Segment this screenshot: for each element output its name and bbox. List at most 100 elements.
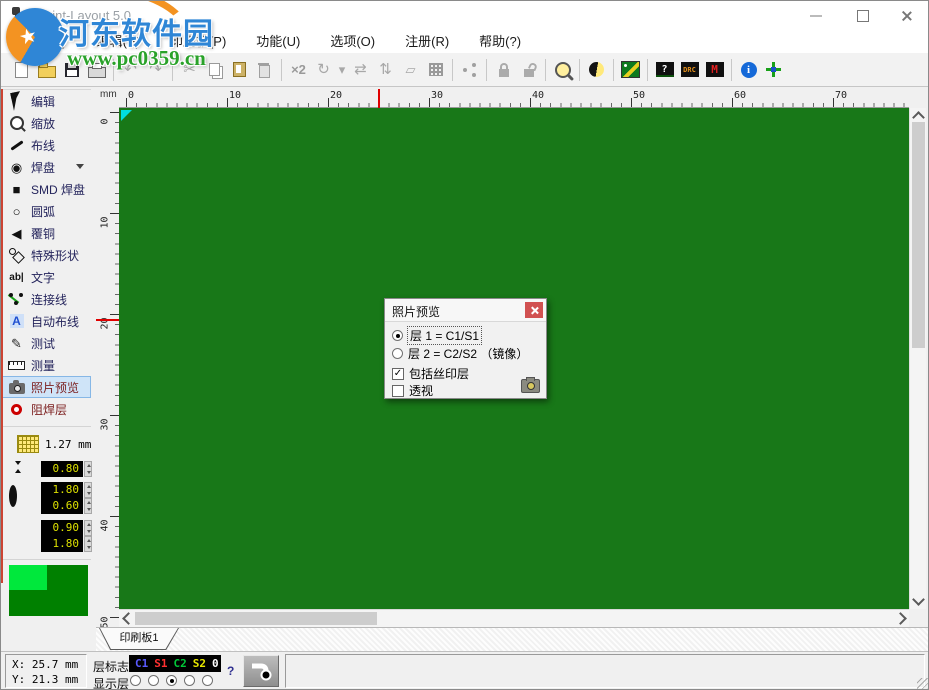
vertical-scroll-thumb[interactable] [912, 122, 925, 348]
tool-special-shapes[interactable]: 特殊形状 [1, 244, 91, 266]
scroll-left-button[interactable] [119, 610, 134, 627]
tool-trace[interactable]: 布线 [1, 134, 91, 156]
layer-s2-flag[interactable]: S2 [193, 658, 206, 669]
menu-file[interactable]: 文件(F) [9, 31, 82, 53]
print-button[interactable] [84, 57, 109, 83]
smd-height-stepper[interactable] [84, 536, 92, 552]
tool-connections[interactable]: 连接线 [1, 288, 91, 310]
redo-button[interactable]: ↷ [143, 57, 168, 83]
vertical-ruler: 0 10 20 30 40 50 [96, 108, 119, 627]
tool-pad[interactable]: ◉焊盘 [1, 156, 91, 178]
layer-c2-flag[interactable]: C2 [174, 658, 187, 669]
smd-width-stepper[interactable] [84, 520, 92, 536]
menu-help[interactable]: 帮助(?) [464, 31, 536, 53]
drc-button[interactable]: DRC [677, 57, 702, 83]
zoom-x2-button[interactable]: ×2 [286, 57, 311, 83]
delete-button[interactable] [252, 57, 277, 83]
layer-help-link[interactable]: ? [227, 664, 234, 678]
display-layer-label: 显示层 [93, 675, 129, 690]
track-mode-button[interactable] [243, 655, 279, 687]
tool-edit[interactable]: 编辑 [1, 90, 91, 112]
scroll-down-button[interactable] [910, 593, 927, 609]
tool-autoroute[interactable]: A自动布线 [1, 310, 91, 332]
silkscreen-check-row[interactable]: ✓ 包括丝印层 [392, 365, 469, 382]
menu-edit[interactable]: 编辑(E) [82, 31, 155, 53]
resize-grip[interactable] [917, 678, 929, 690]
pad-drill-stepper[interactable] [84, 498, 92, 514]
footprint-library-button[interactable] [423, 57, 448, 83]
minimize-button[interactable] [794, 1, 838, 31]
board-tab[interactable]: 印刷板1 [99, 628, 179, 650]
tool-copper-fill[interactable]: ◀覆铜 [1, 222, 91, 244]
menu-options[interactable]: 选项(O) [315, 31, 390, 53]
unlock-button[interactable] [516, 57, 541, 83]
layer-o-flag[interactable]: 0 [212, 658, 219, 669]
undo-button[interactable]: ↶ [118, 57, 143, 83]
layer1-radio-row[interactable]: 层 1 = C1/S1 [392, 327, 481, 344]
smd-height-value[interactable]: 1.80 [41, 536, 83, 552]
info-button[interactable]: i [736, 57, 761, 83]
tool-smd-pad[interactable]: ■SMD 焊盘 [1, 178, 91, 200]
smd-width-value[interactable]: 0.90 [41, 520, 83, 536]
save-button[interactable] [59, 57, 84, 83]
horizontal-scrollbar[interactable] [119, 609, 909, 627]
mirror-vertical-button[interactable]: ⇅ [373, 57, 398, 83]
layer-s1-flag[interactable]: S1 [154, 658, 167, 669]
tool-text[interactable]: ab|文字 [1, 266, 91, 288]
close-button[interactable] [885, 1, 929, 31]
rotate-button[interactable]: ↻ [311, 57, 336, 83]
close-icon [530, 306, 538, 314]
tool-test[interactable]: ✎测试 [1, 332, 91, 354]
tool-zoom[interactable]: 缩放 [1, 112, 91, 134]
scroll-right-button[interactable] [894, 610, 909, 627]
new-file-button[interactable] [9, 57, 34, 83]
transparent-checkbox[interactable] [392, 385, 404, 397]
snap-crosshair-button[interactable] [761, 57, 786, 83]
horizontal-scroll-thumb[interactable] [135, 612, 377, 625]
layer-c2-radio[interactable] [166, 675, 177, 686]
open-file-button[interactable] [34, 57, 59, 83]
maximize-button[interactable] [841, 1, 885, 31]
copy-button[interactable] [202, 57, 227, 83]
photo-preview-dialog: 照片预览 层 1 = C1/S1 层 2 = C2/S2 （镜像） ✓ 包括丝印… [384, 298, 547, 399]
layer2-radio[interactable] [392, 348, 403, 359]
layer2-radio-row[interactable]: 层 2 = C2/S2 （镜像） [392, 345, 528, 362]
layer-c1-radio[interactable] [130, 675, 141, 686]
component-check-button[interactable]: ? [652, 57, 677, 83]
layer-c1-flag[interactable]: C1 [135, 658, 148, 669]
rotate-dropdown[interactable]: ▾ [336, 57, 348, 83]
board-preview-button[interactable] [618, 57, 643, 83]
pad-outer-value[interactable]: 1.80 [41, 482, 83, 498]
dialog-close-button[interactable] [525, 302, 543, 318]
track-width-value[interactable]: 0.80 [41, 461, 83, 477]
mirror-horizontal-button[interactable]: ⇄ [348, 57, 373, 83]
layer1-radio[interactable] [392, 330, 403, 341]
flip-board-button[interactable]: ▱ [398, 57, 423, 83]
tool-measure[interactable]: 测量 [1, 354, 91, 376]
net-connections-button[interactable] [457, 57, 482, 83]
dialog-title-bar[interactable]: 照片预览 [385, 299, 546, 322]
menu-board[interactable]: 印刷板(P) [155, 31, 241, 53]
pad-drill-value[interactable]: 0.60 [41, 498, 83, 514]
layer-s1-radio[interactable] [148, 675, 159, 686]
tool-photo-preview[interactable]: 照片预览 [1, 376, 91, 398]
tool-solder-mask[interactable]: 阻焊层 [1, 398, 91, 420]
tool-arc[interactable]: ○圆弧 [1, 200, 91, 222]
paste-button[interactable] [227, 57, 252, 83]
track-width-stepper[interactable] [84, 461, 92, 477]
chevron-down-icon[interactable] [76, 164, 84, 169]
menu-register[interactable]: 注册(R) [390, 31, 464, 53]
silkscreen-checkbox[interactable]: ✓ [392, 368, 404, 380]
menu-functions[interactable]: 功能(U) [241, 31, 315, 53]
grid-icon[interactable] [17, 435, 39, 453]
lock-button[interactable] [491, 57, 516, 83]
transparent-check-row[interactable]: 透视 [392, 382, 433, 399]
zoom-tool-button[interactable] [550, 57, 575, 83]
layer-o-radio[interactable] [202, 675, 213, 686]
vertical-scrollbar[interactable] [909, 108, 926, 609]
macro-button[interactable]: M [702, 57, 727, 83]
layer-s2-radio[interactable] [184, 675, 195, 686]
photo-view-button[interactable] [584, 57, 609, 83]
pad-outer-stepper[interactable] [84, 482, 92, 498]
cut-button[interactable]: ✂ [177, 57, 202, 83]
